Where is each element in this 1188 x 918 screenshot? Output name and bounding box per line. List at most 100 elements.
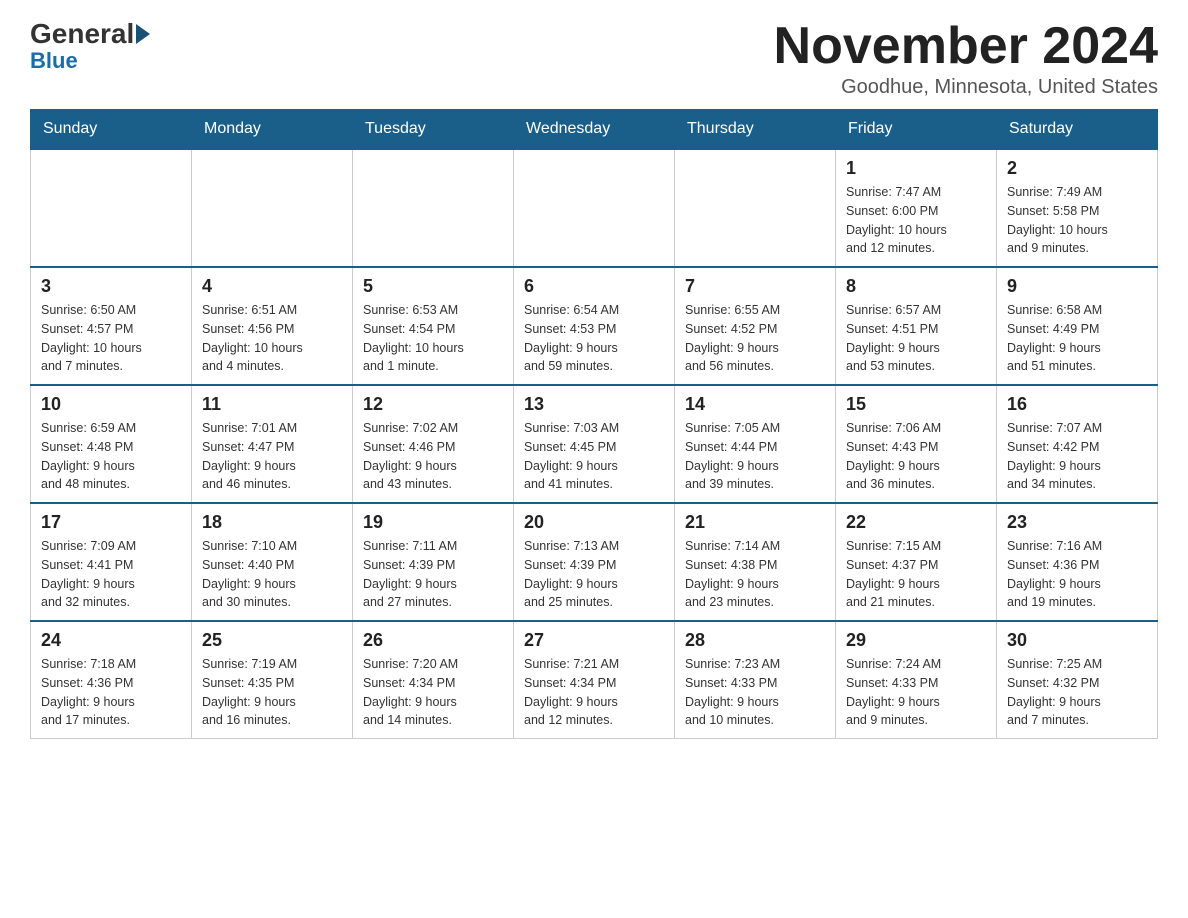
day-info: Sunrise: 7:19 AM Sunset: 4:35 PM Dayligh… xyxy=(202,655,342,730)
day-info: Sunrise: 6:57 AM Sunset: 4:51 PM Dayligh… xyxy=(846,301,986,376)
day-info: Sunrise: 7:24 AM Sunset: 4:33 PM Dayligh… xyxy=(846,655,986,730)
day-info: Sunrise: 7:47 AM Sunset: 6:00 PM Dayligh… xyxy=(846,183,986,258)
day-info: Sunrise: 7:01 AM Sunset: 4:47 PM Dayligh… xyxy=(202,419,342,494)
logo: General Blue xyxy=(30,20,150,72)
table-row: 2 Sunrise: 7:49 AM Sunset: 5:58 PM Daylig… xyxy=(997,149,1158,267)
day-number: 19 xyxy=(363,512,503,533)
day-number: 28 xyxy=(685,630,825,651)
table-row: 8 Sunrise: 6:57 AM Sunset: 4:51 PM Daylig… xyxy=(836,267,997,385)
table-row: 3Sunrise: 6:50 AM Sunset: 4:57 PM Daylig… xyxy=(31,267,192,385)
table-row xyxy=(31,149,192,267)
day-info: Sunrise: 7:05 AM Sunset: 4:44 PM Dayligh… xyxy=(685,419,825,494)
day-number: 7 xyxy=(685,276,825,297)
col-saturday: Saturday xyxy=(997,110,1158,150)
day-number: 11 xyxy=(202,394,342,415)
day-info: Sunrise: 6:51 AM Sunset: 4:56 PM Dayligh… xyxy=(202,301,342,376)
day-info: Sunrise: 6:58 AM Sunset: 4:49 PM Dayligh… xyxy=(1007,301,1147,376)
day-number: 29 xyxy=(846,630,986,651)
table-row xyxy=(192,149,353,267)
day-number: 10 xyxy=(41,394,181,415)
table-row: 17 Sunrise: 7:09 AM Sunset: 4:41 PM Dayli… xyxy=(31,503,192,621)
month-title: November 2024 xyxy=(774,20,1158,72)
day-number: 26 xyxy=(363,630,503,651)
page-header: General Blue November 2024 Goodhue, Minn… xyxy=(30,20,1158,99)
logo-arrow-icon xyxy=(136,24,150,44)
table-row: 19 Sunrise: 7:11 AM Sunset: 4:39 PM Dayli… xyxy=(353,503,514,621)
table-row: 16Sunrise: 7:07 AM Sunset: 4:42 PM Dayli… xyxy=(997,385,1158,503)
table-row: 14 Sunrise: 7:05 AM Sunset: 4:44 PM Dayli… xyxy=(675,385,836,503)
col-sunday: Sunday xyxy=(31,110,192,150)
table-row: 5Sunrise: 6:53 AM Sunset: 4:54 PM Daylig… xyxy=(353,267,514,385)
col-monday: Monday xyxy=(192,110,353,150)
table-row: 1 Sunrise: 7:47 AM Sunset: 6:00 PM Daylig… xyxy=(836,149,997,267)
day-info: Sunrise: 7:09 AM Sunset: 4:41 PM Dayligh… xyxy=(41,537,181,612)
day-number: 27 xyxy=(524,630,664,651)
day-info: Sunrise: 7:14 AM Sunset: 4:38 PM Dayligh… xyxy=(685,537,825,612)
day-number: 18 xyxy=(202,512,342,533)
day-info: Sunrise: 7:23 AM Sunset: 4:33 PM Dayligh… xyxy=(685,655,825,730)
table-row: 18Sunrise: 7:10 AM Sunset: 4:40 PM Dayli… xyxy=(192,503,353,621)
table-row: 26 Sunrise: 7:20 AM Sunset: 4:34 PM Dayli… xyxy=(353,621,514,739)
table-row: 20Sunrise: 7:13 AM Sunset: 4:39 PM Dayli… xyxy=(514,503,675,621)
col-thursday: Thursday xyxy=(675,110,836,150)
day-info: Sunrise: 7:13 AM Sunset: 4:39 PM Dayligh… xyxy=(524,537,664,612)
day-info: Sunrise: 6:55 AM Sunset: 4:52 PM Dayligh… xyxy=(685,301,825,376)
table-row: 24 Sunrise: 7:18 AM Sunset: 4:36 PM Dayli… xyxy=(31,621,192,739)
col-tuesday: Tuesday xyxy=(353,110,514,150)
day-number: 22 xyxy=(846,512,986,533)
table-row: 21 Sunrise: 7:14 AM Sunset: 4:38 PM Dayli… xyxy=(675,503,836,621)
day-info: Sunrise: 7:02 AM Sunset: 4:46 PM Dayligh… xyxy=(363,419,503,494)
calendar-week-row: 3Sunrise: 6:50 AM Sunset: 4:57 PM Daylig… xyxy=(31,267,1158,385)
col-wednesday: Wednesday xyxy=(514,110,675,150)
day-info: Sunrise: 7:16 AM Sunset: 4:36 PM Dayligh… xyxy=(1007,537,1147,612)
day-number: 15 xyxy=(846,394,986,415)
day-number: 3 xyxy=(41,276,181,297)
day-info: Sunrise: 7:06 AM Sunset: 4:43 PM Dayligh… xyxy=(846,419,986,494)
calendar-week-row: 17 Sunrise: 7:09 AM Sunset: 4:41 PM Dayli… xyxy=(31,503,1158,621)
table-row: 10 Sunrise: 6:59 AM Sunset: 4:48 PM Dayli… xyxy=(31,385,192,503)
table-row: 13Sunrise: 7:03 AM Sunset: 4:45 PM Dayli… xyxy=(514,385,675,503)
calendar-week-row: 24 Sunrise: 7:18 AM Sunset: 4:36 PM Dayli… xyxy=(31,621,1158,739)
day-info: Sunrise: 6:59 AM Sunset: 4:48 PM Dayligh… xyxy=(41,419,181,494)
day-info: Sunrise: 7:25 AM Sunset: 4:32 PM Dayligh… xyxy=(1007,655,1147,730)
day-number: 12 xyxy=(363,394,503,415)
day-info: Sunrise: 6:53 AM Sunset: 4:54 PM Dayligh… xyxy=(363,301,503,376)
day-number: 1 xyxy=(846,158,986,179)
day-number: 21 xyxy=(685,512,825,533)
calendar-table: Sunday Monday Tuesday Wednesday Thursday… xyxy=(30,109,1158,739)
day-number: 2 xyxy=(1007,158,1147,179)
day-number: 25 xyxy=(202,630,342,651)
location-title: Goodhue, Minnesota, United States xyxy=(774,76,1158,99)
day-number: 4 xyxy=(202,276,342,297)
table-row: 11 Sunrise: 7:01 AM Sunset: 4:47 PM Dayli… xyxy=(192,385,353,503)
col-friday: Friday xyxy=(836,110,997,150)
table-row: 25 Sunrise: 7:19 AM Sunset: 4:35 PM Dayli… xyxy=(192,621,353,739)
table-row: 28 Sunrise: 7:23 AM Sunset: 4:33 PM Dayli… xyxy=(675,621,836,739)
day-number: 24 xyxy=(41,630,181,651)
table-row: 12 Sunrise: 7:02 AM Sunset: 4:46 PM Dayli… xyxy=(353,385,514,503)
title-area: November 2024 Goodhue, Minnesota, United… xyxy=(774,20,1158,99)
day-number: 17 xyxy=(41,512,181,533)
table-row xyxy=(514,149,675,267)
table-row: 23 Sunrise: 7:16 AM Sunset: 4:36 PM Dayli… xyxy=(997,503,1158,621)
day-info: Sunrise: 7:11 AM Sunset: 4:39 PM Dayligh… xyxy=(363,537,503,612)
table-row: 9Sunrise: 6:58 AM Sunset: 4:49 PM Daylig… xyxy=(997,267,1158,385)
day-info: Sunrise: 7:20 AM Sunset: 4:34 PM Dayligh… xyxy=(363,655,503,730)
logo-general: General xyxy=(30,20,150,48)
day-number: 13 xyxy=(524,394,664,415)
table-row: 29 Sunrise: 7:24 AM Sunset: 4:33 PM Dayli… xyxy=(836,621,997,739)
calendar-week-row: 1 Sunrise: 7:47 AM Sunset: 6:00 PM Daylig… xyxy=(31,149,1158,267)
table-row: 15 Sunrise: 7:06 AM Sunset: 4:43 PM Dayli… xyxy=(836,385,997,503)
table-row: 7 Sunrise: 6:55 AM Sunset: 4:52 PM Daylig… xyxy=(675,267,836,385)
day-number: 6 xyxy=(524,276,664,297)
table-row: 4 Sunrise: 6:51 AM Sunset: 4:56 PM Daylig… xyxy=(192,267,353,385)
logo-blue: Blue xyxy=(30,50,78,72)
day-number: 23 xyxy=(1007,512,1147,533)
day-number: 14 xyxy=(685,394,825,415)
day-info: Sunrise: 7:07 AM Sunset: 4:42 PM Dayligh… xyxy=(1007,419,1147,494)
calendar-header-row: Sunday Monday Tuesday Wednesday Thursday… xyxy=(31,110,1158,150)
day-info: Sunrise: 7:49 AM Sunset: 5:58 PM Dayligh… xyxy=(1007,183,1147,258)
day-number: 8 xyxy=(846,276,986,297)
day-info: Sunrise: 7:21 AM Sunset: 4:34 PM Dayligh… xyxy=(524,655,664,730)
day-info: Sunrise: 7:18 AM Sunset: 4:36 PM Dayligh… xyxy=(41,655,181,730)
